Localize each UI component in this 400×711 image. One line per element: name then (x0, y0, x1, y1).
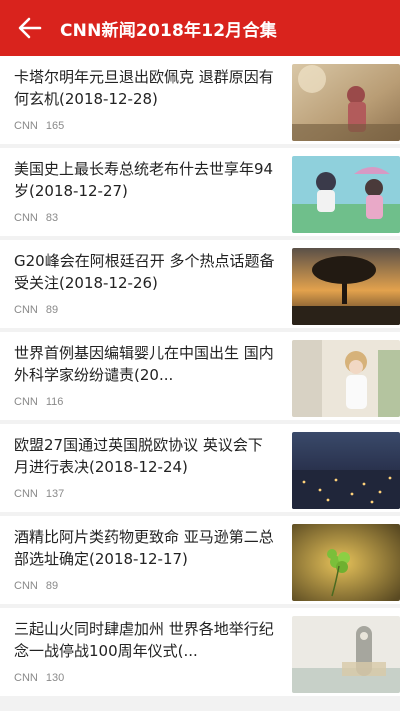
page-title: CNN新闻2018年12月合集 (60, 20, 277, 41)
view-count: 130 (45, 672, 65, 684)
news-list-item[interactable]: 美国史上最长寿总统老布什去世享年94岁(2018-12-27) CNN 83 (0, 148, 400, 236)
news-list-item[interactable]: 欧盟27国通过英国脱欧协议 英议会下月进行表决(2018-12-24) CNN 1… (0, 424, 400, 512)
news-source: CNN (14, 488, 38, 500)
news-title: 酒精比阿片类药物更致命 亚马逊第二总部选址确定(2018-12-17) (14, 528, 274, 568)
view-count: 165 (45, 120, 65, 132)
news-title: 世界首例基因编辑婴儿在中国出生 国内外科学家纷纷谴责(20... (14, 344, 274, 384)
back-arrow-icon (18, 17, 42, 39)
news-list-item[interactable]: 世界首例基因编辑婴儿在中国出生 国内外科学家纷纷谴责(20... CNN 116 (0, 332, 400, 420)
view-count: 137 (45, 488, 65, 500)
news-source: CNN (14, 580, 38, 592)
news-list[interactable]: 卡塔尔明年元旦退出欧佩克 退群原因有何玄机(2018-12-28) CNN 165 (0, 56, 400, 711)
news-meta: CNN 89 (14, 304, 58, 316)
news-meta: CNN 116 (14, 396, 63, 408)
news-list-item[interactable]: 三起山火同时肆虐加州 世界各地举行纪念一战停战100周年仪式(... CNN 13… (0, 608, 400, 696)
news-title: G20峰会在阿根廷召开 多个热点话题备受关注(2018-12-26) (14, 252, 275, 292)
news-thumbnail (292, 156, 400, 233)
news-thumbnail (292, 524, 400, 601)
top-app-bar: CNN新闻2018年12月合集 (0, 0, 400, 56)
news-meta: CNN 137 (14, 488, 64, 500)
news-thumbnail (292, 432, 400, 509)
news-title: 欧盟27国通过英国脱欧协议 英议会下月进行表决(2018-12-24) (14, 436, 263, 476)
news-thumbnail (292, 248, 400, 325)
news-title: 卡塔尔明年元旦退出欧佩克 退群原因有何玄机(2018-12-28) (14, 68, 274, 108)
news-thumbnail (292, 616, 400, 693)
view-count: 83 (45, 212, 59, 224)
news-meta: CNN 130 (14, 672, 64, 684)
news-source: CNN (14, 212, 38, 224)
news-source: CNN (14, 672, 38, 684)
view-count: 89 (45, 304, 59, 316)
view-count: 116 (45, 396, 64, 408)
news-list-item[interactable]: G20峰会在阿根廷召开 多个热点话题备受关注(2018-12-26) CNN 89 (0, 240, 400, 328)
news-meta: CNN 165 (14, 120, 64, 132)
view-count: 89 (45, 580, 59, 592)
news-meta: CNN 83 (14, 212, 58, 224)
news-title: 三起山火同时肆虐加州 世界各地举行纪念一战停战100周年仪式(... (14, 620, 274, 660)
news-thumbnail (292, 64, 400, 141)
news-list-item[interactable]: 卡塔尔明年元旦退出欧佩克 退群原因有何玄机(2018-12-28) CNN 165 (0, 56, 400, 144)
news-source: CNN (14, 120, 38, 132)
news-title: 美国史上最长寿总统老布什去世享年94岁(2018-12-27) (14, 160, 274, 200)
news-thumbnail (292, 340, 400, 417)
back-button[interactable] (0, 0, 60, 56)
news-source: CNN (14, 304, 38, 316)
news-list-item[interactable]: 酒精比阿片类药物更致命 亚马逊第二总部选址确定(2018-12-17) CNN 8… (0, 516, 400, 604)
news-source: CNN (14, 396, 38, 408)
news-meta: CNN 89 (14, 580, 58, 592)
